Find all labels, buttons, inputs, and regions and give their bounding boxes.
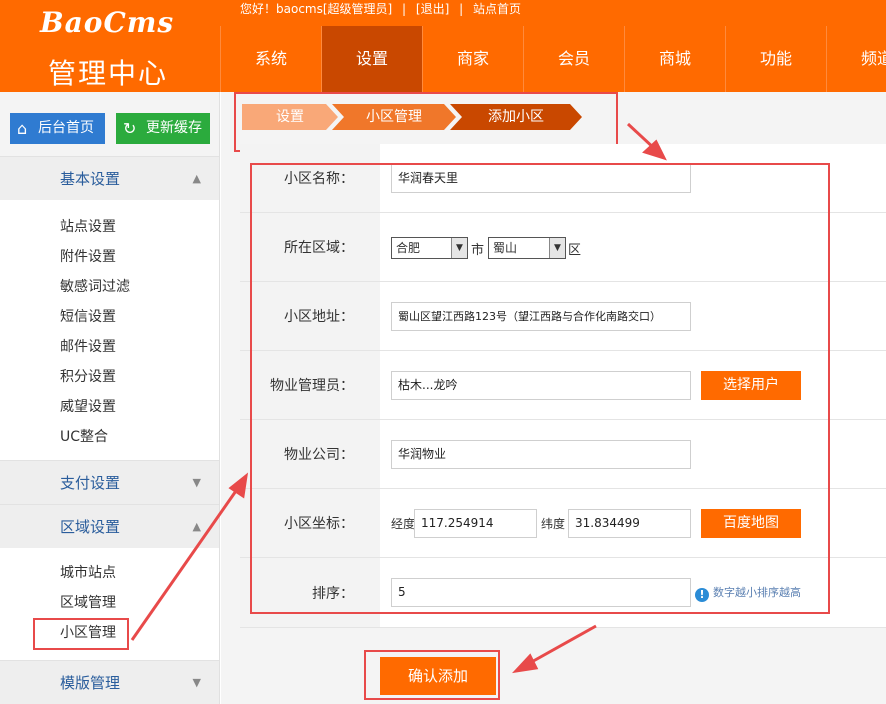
sidebar: ⌂ 后台首页 ↻ 更新缓存 基本设置 ▲ 站点设置 附件设置 敏感词过滤 短信设… [0, 92, 220, 704]
site-home-link[interactable]: 站点首页 [473, 2, 521, 16]
topbar: 您好！baocms[超级管理员] | [退出] | 站点首页 [240, 0, 527, 20]
sidebar-item-attachment-settings[interactable]: 附件设置 [0, 242, 219, 272]
header: BaoCms 管理中心 您好！baocms[超级管理员] | [退出] | 站点… [0, 0, 886, 92]
group-label: 基本设置 [60, 170, 121, 188]
breadcrumb-label: 小区管理 [366, 109, 422, 125]
confirm-add-button[interactable]: 确认添加 [380, 657, 496, 695]
sidebar-item-city-sites[interactable]: 城市站点 [0, 558, 219, 588]
collapse-arrow-icon: ▲ [192, 520, 201, 533]
breadcrumb-label: 添加小区 [488, 109, 544, 125]
sidebar-item-sms-settings[interactable]: 短信设置 [0, 302, 219, 332]
group-label: 支付设置 [60, 474, 121, 492]
sidebar-group-region-settings[interactable]: 区域设置 ▲ [0, 504, 219, 548]
sidebar-item-area-management[interactable]: 区域管理 [0, 588, 219, 618]
nav-mall[interactable]: 商城 [624, 26, 725, 92]
refresh-icon: ↻ [123, 119, 137, 138]
breadcrumb-label: 设置 [276, 109, 304, 125]
nav-members[interactable]: 会员 [523, 26, 624, 92]
form-highlight-box [250, 163, 830, 614]
sidebar-item-points-settings[interactable]: 积分设置 [0, 362, 219, 392]
home-icon: ⌂ [17, 119, 28, 138]
admin-home-button[interactable]: ⌂ 后台首页 [10, 113, 105, 144]
expand-arrow-icon: ▼ [192, 476, 201, 489]
refresh-cache-label: 更新缓存 [146, 120, 202, 136]
nav-channels[interactable]: 频道 [826, 26, 886, 92]
sidebar-item-prestige-settings[interactable]: 威望设置 [0, 392, 219, 422]
group-label: 模版管理 [60, 674, 121, 692]
breadcrumb: 设置 小区管理 添加小区 [242, 104, 582, 130]
sidebar-group-payment-settings[interactable]: 支付设置 ▼ [0, 460, 219, 504]
logo-area: BaoCms 管理中心 [0, 0, 220, 92]
collapse-arrow-icon: ▲ [192, 172, 201, 185]
topbar-separator: | [459, 2, 464, 16]
nav-settings[interactable]: 设置 [321, 26, 422, 92]
nav-system[interactable]: 系统 [220, 26, 321, 92]
sidebar-item-community-management[interactable]: 小区管理 [0, 618, 219, 650]
sidebar-group-basic-settings[interactable]: 基本设置 ▲ [0, 156, 219, 200]
refresh-cache-button[interactable]: ↻ 更新缓存 [116, 113, 210, 144]
nav-functions[interactable]: 功能 [725, 26, 826, 92]
main-nav: 系统 设置 商家 会员 商城 功能 频道 [220, 26, 886, 92]
sidebar-item-site-settings[interactable]: 站点设置 [0, 212, 219, 242]
admin-home-label: 后台首页 [38, 120, 94, 136]
breadcrumb-settings[interactable]: 设置 [242, 104, 338, 130]
greeting-text: 您好！baocms[超级管理员] [240, 2, 393, 16]
sidebar-group-template-management[interactable]: 模版管理 ▼ [0, 660, 219, 704]
annotation-highlight-box [33, 618, 129, 650]
logo: BaoCms [40, 6, 175, 39]
basic-settings-list: 站点设置 附件设置 敏感词过滤 短信设置 邮件设置 积分设置 威望设置 UC整合 [0, 200, 219, 460]
sidebar-quick-actions: ⌂ 后台首页 ↻ 更新缓存 [0, 92, 219, 156]
breadcrumb-add-community: 添加小区 [450, 104, 582, 130]
breadcrumb-community-management[interactable]: 小区管理 [332, 104, 456, 130]
sidebar-item-mail-settings[interactable]: 邮件设置 [0, 332, 219, 362]
sidebar-item-sensitive-words[interactable]: 敏感词过滤 [0, 272, 219, 302]
topbar-separator: | [402, 2, 407, 16]
sidebar-item-uc-integration[interactable]: UC整合 [0, 422, 219, 452]
breadcrumb-highlight-box: 设置 小区管理 添加小区 [234, 92, 618, 152]
group-label: 区域设置 [60, 518, 121, 536]
expand-arrow-icon: ▼ [192, 676, 201, 689]
admin-center-title: 管理中心 [48, 57, 169, 90]
logout-link[interactable]: [退出] [416, 2, 449, 16]
nav-merchants[interactable]: 商家 [422, 26, 523, 92]
region-settings-list: 城市站点 区域管理 小区管理 [0, 548, 219, 656]
